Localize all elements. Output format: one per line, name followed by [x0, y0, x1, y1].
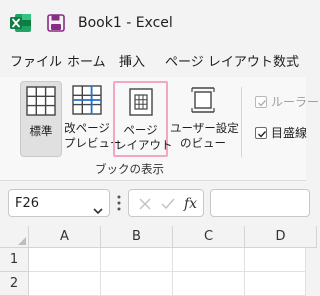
tab-file[interactable]: ファイル [10, 51, 62, 75]
normal-view-icon [26, 86, 56, 120]
column-header-c[interactable]: C [173, 226, 245, 248]
formula-bar: F26 fx [0, 181, 310, 226]
chevron-down-icon[interactable] [93, 200, 103, 219]
cell-c1[interactable] [173, 248, 245, 272]
ruler-label: ルーラー [271, 95, 320, 109]
page-break-preview-label-1: 改ページ [64, 121, 110, 135]
gridlines-label: 目盛線 [271, 126, 308, 140]
page-layout-icon [128, 87, 154, 121]
column-header-b[interactable]: B [101, 226, 173, 248]
tab-formulas[interactable]: 数式 [273, 51, 299, 75]
formula-input[interactable] [210, 189, 310, 217]
spreadsheet-grid: A B C D 1 2 [0, 226, 317, 296]
more-options-icon[interactable] [117, 193, 121, 213]
save-icon[interactable] [46, 13, 66, 33]
excel-icon [10, 13, 32, 33]
ruler-checkbox[interactable] [255, 96, 267, 108]
formula-buttons: fx [128, 189, 204, 217]
custom-views-label-1: ユーザー設定 [170, 121, 239, 135]
cancel-icon[interactable] [135, 194, 155, 214]
normal-view-label: 標準 [29, 124, 53, 138]
column-header-a[interactable]: A [29, 226, 101, 248]
ribbon-tabs: ファイル ホーム 挿入 ページ レイアウト 数式 [0, 51, 306, 77]
page-layout-label-2: レイアウト [115, 138, 173, 152]
custom-views-icon [188, 85, 218, 119]
name-box[interactable]: F26 [8, 189, 110, 217]
cell-a2[interactable] [29, 272, 101, 296]
normal-view-button[interactable]: 標準 [20, 81, 62, 157]
cell-d2[interactable] [245, 272, 306, 296]
select-all-corner[interactable] [0, 226, 29, 248]
column-header-d[interactable]: D [245, 226, 317, 248]
cell-d1[interactable] [245, 248, 306, 272]
tab-page-layout[interactable]: ページ レイアウト [165, 51, 273, 75]
title-bar: Book1 - Excel [0, 0, 306, 46]
page-layout-label-1: ページ [123, 123, 158, 137]
tab-insert[interactable]: 挿入 [119, 51, 145, 75]
ribbon-view-group: 標準 改ページ プレビュー ページ レイアウト ユーザー設定 のビュー ブックの… [0, 77, 319, 180]
custom-views-label-2: のビュー [180, 136, 226, 150]
page-break-preview-label-2: プレビュー [64, 136, 122, 150]
page-break-preview-button[interactable]: 改ページ プレビュー [64, 81, 122, 157]
page-break-preview-icon [72, 85, 102, 119]
row-header-2[interactable]: 2 [0, 272, 29, 296]
group-label: ブックの表示 [95, 162, 164, 176]
name-box-value: F26 [15, 196, 40, 211]
cell-a1[interactable] [29, 248, 101, 272]
row-header-1[interactable]: 1 [0, 248, 29, 272]
window-title: Book1 - Excel [78, 15, 173, 31]
group-divider [241, 87, 242, 157]
cell-c2[interactable] [173, 272, 245, 296]
page-layout-button[interactable]: ページ レイアウト [113, 81, 173, 157]
tab-home[interactable]: ホーム [67, 51, 106, 75]
insert-function-button[interactable]: fx [184, 194, 197, 214]
cell-b1[interactable] [101, 248, 173, 272]
cell-b2[interactable] [101, 272, 173, 296]
gridlines-checkbox[interactable] [255, 127, 267, 139]
custom-views-button[interactable]: ユーザー設定 のビュー [170, 81, 239, 157]
enter-check-icon[interactable] [158, 194, 178, 214]
